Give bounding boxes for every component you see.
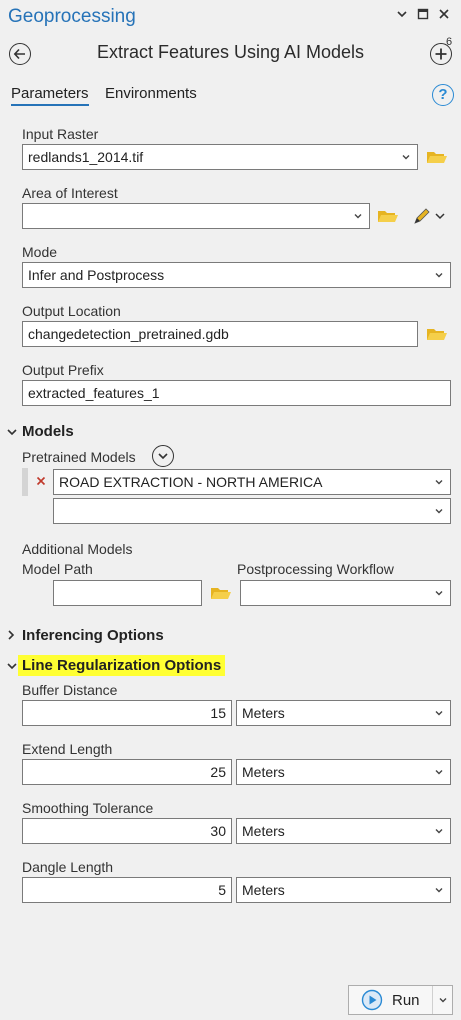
- chevron-down-icon: [435, 888, 443, 893]
- dangle-length-value: 5: [218, 882, 226, 898]
- chevron-down-icon: [439, 998, 446, 1003]
- pretrained-model-dropdown[interactable]: ROAD EXTRACTION - NORTH AMERICA: [53, 469, 451, 495]
- extend-length-input[interactable]: 25: [22, 759, 232, 785]
- chevron-down-icon: [158, 453, 168, 460]
- buffer-distance-input[interactable]: 15: [22, 700, 232, 726]
- chevron-down-icon: [435, 480, 443, 485]
- chevron-down-icon: [435, 711, 443, 716]
- chevron-down-icon[interactable]: [434, 210, 446, 222]
- inferencing-options-header[interactable]: Inferencing Options: [22, 627, 164, 644]
- line-regularization-options-header[interactable]: Line Regularization Options: [18, 655, 226, 676]
- expand-pretrained-button[interactable]: [152, 445, 174, 467]
- chevron-down-icon: [435, 829, 443, 834]
- plus-icon: [435, 48, 447, 60]
- models-section-header[interactable]: Models: [22, 423, 74, 440]
- input-raster-value: redlands1_2014.tif: [28, 149, 144, 165]
- mode-dropdown[interactable]: Infer and Postprocess: [22, 262, 451, 288]
- tab-parameters[interactable]: Parameters: [11, 85, 89, 106]
- run-label: Run: [392, 991, 420, 1009]
- output-location-value: changedetection_pretrained.gdb: [28, 326, 229, 342]
- model-path-label: Model Path: [22, 561, 93, 577]
- buffer-distance-value: 15: [210, 705, 226, 721]
- chevron-down-icon: [435, 770, 443, 775]
- extend-length-label: Extend Length: [22, 741, 113, 757]
- run-button[interactable]: Run: [348, 985, 453, 1015]
- close-icon[interactable]: [436, 8, 452, 23]
- smoothing-tolerance-label: Smoothing Tolerance: [22, 800, 154, 816]
- output-prefix-input[interactable]: extracted_features_1: [22, 380, 451, 406]
- maximize-icon[interactable]: [415, 8, 431, 23]
- buffer-distance-unit-dropdown[interactable]: Meters: [236, 700, 451, 726]
- play-icon: [361, 989, 383, 1011]
- tab-environments[interactable]: Environments: [105, 85, 197, 102]
- folder-icon[interactable]: [426, 326, 448, 342]
- buffer-distance-label: Buffer Distance: [22, 682, 118, 698]
- row-grip[interactable]: [22, 468, 28, 496]
- options-chevron-icon[interactable]: [394, 8, 410, 23]
- add-badge: 6: [446, 36, 453, 48]
- remove-icon[interactable]: [36, 476, 46, 486]
- tool-title: Extract Features Using AI Models: [96, 42, 365, 62]
- chevron-right-icon[interactable]: [5, 629, 17, 641]
- smoothing-tolerance-value: 30: [210, 823, 226, 839]
- folder-icon[interactable]: [426, 149, 448, 165]
- pencil-icon[interactable]: [412, 206, 432, 226]
- area-of-interest-dropdown[interactable]: [22, 203, 370, 229]
- additional-models-label: Additional Models: [22, 541, 133, 557]
- dangle-length-label: Dangle Length: [22, 859, 114, 875]
- extend-length-unit-dropdown[interactable]: Meters: [236, 759, 451, 785]
- postprocessing-workflow-dropdown[interactable]: [240, 580, 451, 606]
- pretrained-model-value: ROAD EXTRACTION - NORTH AMERICA: [59, 474, 323, 490]
- folder-icon[interactable]: [210, 585, 232, 601]
- dangle-length-input[interactable]: 5: [22, 877, 232, 903]
- extend-length-value: 25: [210, 764, 226, 780]
- chevron-down-icon: [435, 509, 443, 514]
- chevron-down-icon: [402, 155, 410, 160]
- input-raster-label: Input Raster: [22, 126, 99, 142]
- output-location-input[interactable]: changedetection_pretrained.gdb: [22, 321, 418, 347]
- help-icon[interactable]: ?: [432, 84, 454, 106]
- chevron-down-icon[interactable]: [6, 660, 18, 672]
- mode-value: Infer and Postprocess: [28, 267, 165, 283]
- chevron-down-icon: [354, 214, 362, 219]
- smoothing-tolerance-input[interactable]: 30: [22, 818, 232, 844]
- output-prefix-value: extracted_features_1: [28, 385, 160, 401]
- area-of-interest-label: Area of Interest: [22, 185, 118, 201]
- smoothing-tolerance-unit-dropdown[interactable]: Meters: [236, 818, 451, 844]
- dangle-length-unit-dropdown[interactable]: Meters: [236, 877, 451, 903]
- model-path-input[interactable]: [53, 580, 202, 606]
- chevron-down-icon: [435, 273, 443, 278]
- input-raster-dropdown[interactable]: redlands1_2014.tif: [22, 144, 418, 170]
- chevron-down-icon: [435, 591, 443, 596]
- output-prefix-label: Output Prefix: [22, 362, 104, 378]
- chevron-down-icon[interactable]: [6, 426, 18, 438]
- folder-icon[interactable]: [377, 208, 399, 224]
- output-location-label: Output Location: [22, 303, 121, 319]
- pretrained-model-empty-dropdown[interactable]: [53, 498, 451, 524]
- pane-title: Geoprocessing: [8, 6, 136, 27]
- run-options-dropdown[interactable]: [432, 986, 452, 1014]
- pretrained-models-label: Pretrained Models: [22, 449, 136, 465]
- postprocessing-workflow-label: Postprocessing Workflow: [237, 561, 394, 577]
- mode-label: Mode: [22, 244, 58, 260]
